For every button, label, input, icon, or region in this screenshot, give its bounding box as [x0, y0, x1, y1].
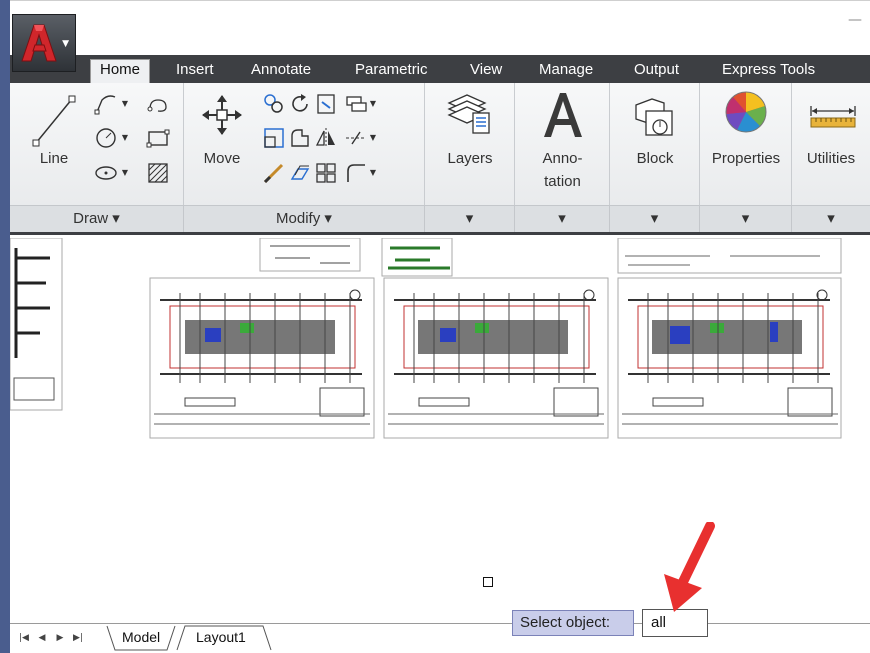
- autocad-logo-icon: [21, 24, 57, 62]
- color-wheel-icon: [725, 91, 767, 133]
- array-icon[interactable]: [314, 161, 338, 185]
- tab-annotate[interactable]: Annotate: [251, 61, 311, 83]
- tab-insert[interactable]: Insert: [176, 61, 214, 83]
- utilities-panel: Utilities: [792, 83, 870, 205]
- stretch-icon[interactable]: [288, 126, 312, 150]
- tab-layout1[interactable]: Layout1: [196, 626, 246, 650]
- fillet-icon[interactable]: [262, 161, 286, 185]
- tab-manage[interactable]: Manage: [539, 61, 593, 83]
- circle-icon[interactable]: [94, 126, 118, 150]
- pickbox-cursor: [483, 577, 493, 587]
- move-icon: [202, 95, 242, 135]
- hatch-icon[interactable]: [146, 161, 170, 185]
- window-frame-left: [0, 0, 10, 653]
- annotation-panel-dropdown[interactable]: ▾: [515, 205, 610, 232]
- annotation-button-line2[interactable]: tation: [520, 172, 605, 192]
- sheet-2: [383, 277, 609, 439]
- chevron-down-icon[interactable]: ▼: [368, 126, 378, 150]
- chevron-down-icon[interactable]: ▼: [120, 126, 130, 150]
- layers-icon: [447, 94, 490, 134]
- modify-panel-title[interactable]: Modify ▾: [184, 205, 425, 232]
- tab-parametric[interactable]: Parametric: [355, 61, 428, 83]
- copy-icon[interactable]: [262, 92, 286, 116]
- mirror-icon[interactable]: [314, 126, 338, 150]
- sheet-1: [149, 277, 375, 439]
- annotation-button-line1[interactable]: Anno-: [520, 149, 605, 169]
- utilities-button[interactable]: Utilities: [792, 149, 870, 169]
- ribbon: Line ▼ ▼ ▼ Draw ▾ Move ▼ ▼ ▼ Modify ▾ La…: [10, 83, 870, 235]
- erase-icon[interactable]: [344, 92, 368, 116]
- tab-view[interactable]: View: [470, 61, 502, 83]
- block-panel: Block: [610, 83, 700, 205]
- utilities-panel-dropdown[interactable]: ▾: [792, 205, 870, 232]
- minimize-button[interactable]: —: [848, 13, 862, 27]
- chevron-down-icon: ▼: [62, 39, 69, 49]
- rectangle-icon[interactable]: [146, 126, 170, 150]
- line-button[interactable]: Line: [26, 149, 82, 169]
- command-prompt-label: Select object:: [512, 610, 634, 636]
- move-button[interactable]: Move: [194, 149, 250, 169]
- next-tab-button[interactable]: ▶: [54, 631, 66, 645]
- line-icon: [32, 95, 76, 147]
- title-bar: —: [10, 0, 870, 55]
- ribbon-tab-bar: Home Insert Annotate Parametric View Man…: [10, 55, 870, 83]
- block-panel-dropdown[interactable]: ▾: [610, 205, 700, 232]
- spline-icon[interactable]: [146, 92, 170, 116]
- measure-icon: [810, 106, 856, 128]
- previous-tab-button[interactable]: ◀: [36, 631, 48, 645]
- layers-button[interactable]: Layers: [430, 149, 510, 169]
- rotate-icon[interactable]: [288, 92, 312, 116]
- modify-panel: Move ▼ ▼ ▼: [184, 83, 425, 205]
- properties-panel-dropdown[interactable]: ▾: [700, 205, 792, 232]
- layers-panel: Layers: [425, 83, 515, 205]
- tab-output[interactable]: Output: [634, 61, 679, 83]
- chevron-down-icon[interactable]: ▼: [368, 161, 378, 185]
- sheet-3: [617, 277, 842, 439]
- properties-button[interactable]: Properties: [702, 149, 790, 169]
- tab-express-tools[interactable]: Express Tools: [722, 61, 815, 83]
- chevron-down-icon[interactable]: ▼: [368, 92, 378, 116]
- drawing-canvas[interactable]: [10, 238, 870, 623]
- layers-panel-dropdown[interactable]: ▾: [425, 205, 515, 232]
- text-a-icon: [544, 93, 582, 137]
- block-button[interactable]: Block: [615, 149, 695, 169]
- drawing-sheets: [10, 238, 842, 439]
- tab-home[interactable]: Home: [90, 59, 151, 83]
- polyline-icon[interactable]: [94, 92, 118, 116]
- chamfer-icon[interactable]: [344, 161, 368, 185]
- tab-model[interactable]: Model: [122, 626, 160, 650]
- chevron-down-icon[interactable]: ▼: [120, 161, 130, 185]
- draw-panel-title[interactable]: Draw ▾: [10, 205, 184, 232]
- explode-icon[interactable]: [288, 161, 312, 185]
- chevron-down-icon[interactable]: ▼: [120, 92, 130, 116]
- last-tab-button[interactable]: ▶|: [72, 631, 84, 645]
- layout-tab-strip: |◀ ◀ ▶ ▶| Model Layout1: [10, 623, 870, 653]
- ellipse-icon[interactable]: [94, 161, 118, 185]
- annotation-panel: Anno- tation: [515, 83, 610, 205]
- red-arrow-annotation: [664, 522, 715, 612]
- properties-panel: Properties: [700, 83, 792, 205]
- block-icon: [635, 98, 673, 136]
- application-menu-button[interactable]: ▼: [12, 14, 76, 72]
- trim-icon[interactable]: [314, 92, 338, 116]
- offset-line-icon[interactable]: [344, 126, 368, 150]
- first-tab-button[interactable]: |◀: [18, 631, 30, 645]
- draw-panel: Line ▼ ▼ ▼: [10, 83, 184, 205]
- mirror-square-icon[interactable]: [262, 126, 286, 150]
